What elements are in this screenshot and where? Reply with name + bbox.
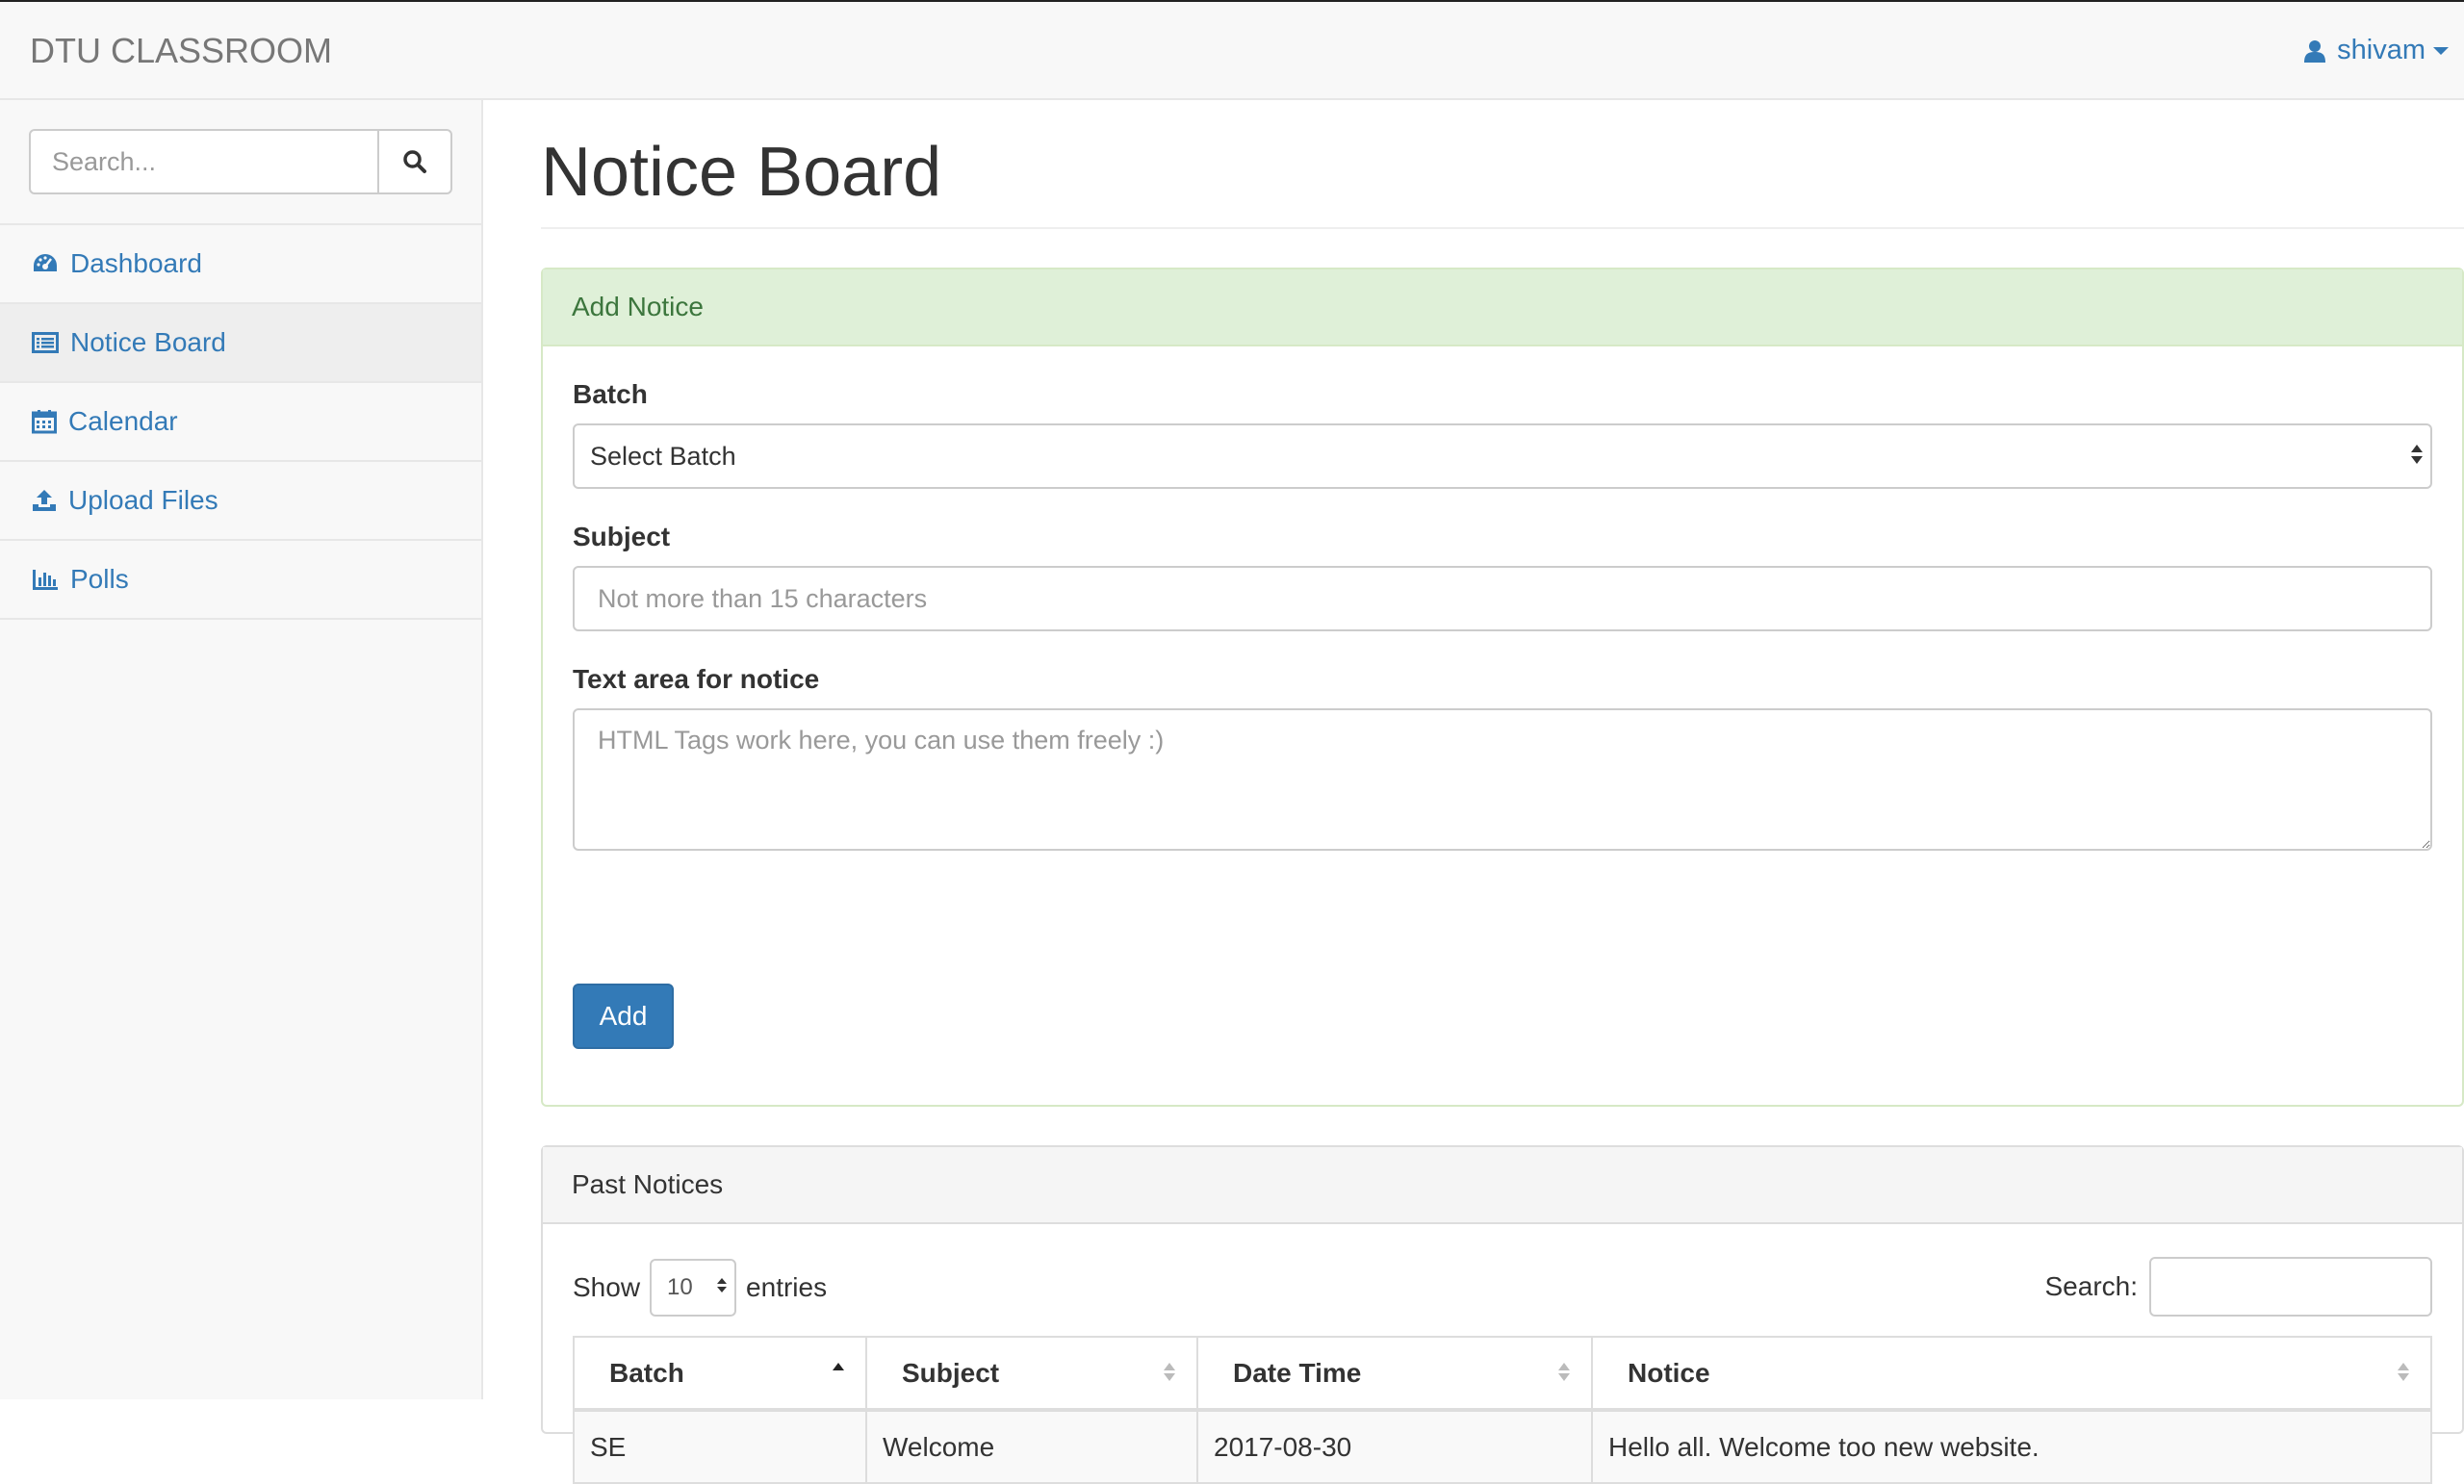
table-cell: Hello all. Welcome too new website. [1591,1409,2432,1484]
sidebar-item-label: Notice Board [70,327,226,357]
sidebar-item-upload-files[interactable]: Upload Files [0,462,481,541]
sidebar-item-label: Polls [70,564,129,594]
subject-input[interactable] [573,566,2432,631]
sidebar-search-button[interactable] [377,129,452,194]
past-notices-panel: Past Notices Show 10 entries Search: Bat… [541,1145,2464,1484]
sidebar-item-calendar[interactable]: Calendar [0,383,481,462]
table-search: Search: [2044,1257,2432,1317]
past-notices-table: Batch Subject Date Time Notice SE Welcom… [573,1336,2432,1484]
page-length-value: 10 [667,1274,693,1300]
past-notices-heading: Past Notices [543,1147,2462,1224]
calendar-icon [32,410,57,434]
user-menu[interactable]: shivam [2304,35,2449,66]
subject-label: Subject [573,522,671,551]
upload-icon [33,490,56,511]
sort-icon [1164,1363,1175,1381]
sidebar-item-polls[interactable]: Polls [0,541,481,620]
title-divider [541,227,2464,229]
sidebar-item-notice-board[interactable]: Notice Board [0,304,481,383]
batch-label: Batch [573,379,648,409]
show-label: Show [573,1272,641,1302]
sidebar-item-label: Calendar [68,406,178,436]
sidebar: Dashboard Notice Board Calendar [0,100,483,1399]
table-search-label: Search: [2044,1271,2139,1301]
top-navbar: DTU CLASSROOM shivam [0,0,2464,100]
entries-label: entries [746,1272,828,1302]
table-search-input[interactable] [2149,1257,2432,1317]
column-header-label: Date Time [1233,1357,1362,1388]
caret-down-icon [2433,46,2449,55]
main-content: Notice Board Add Notice Batch Select Bat… [541,100,2464,1484]
add-notice-panel: Add Notice Batch Select Batch Subject Te… [541,268,2464,1107]
sidebar-search [0,100,481,225]
sidebar-search-input[interactable] [29,129,379,194]
notice-textarea[interactable] [573,708,2432,851]
user-name: shivam [2337,35,2426,65]
sidebar-item-dashboard[interactable]: Dashboard [0,225,481,304]
column-header-label: Batch [609,1357,684,1388]
add-notice-button[interactable]: Add [573,984,674,1049]
brand-link[interactable]: DTU CLASSROOM [30,31,332,71]
page-length-control: Show 10 entries [573,1259,827,1317]
select-arrows-icon [717,1278,728,1292]
list-alt-icon [32,332,59,353]
batch-select-value: Select Batch [590,441,736,471]
notice-label: Text area for notice [573,664,820,694]
table-row: SE Welcome 2017-08-30 Hello all. Welcome… [573,1409,2432,1484]
page-title: Notice Board [541,134,942,211]
batch-select[interactable]: Select Batch [573,423,2432,489]
sort-icon [2398,1363,2409,1381]
table-cell: 2017-08-30 [1196,1409,1593,1484]
column-header-label: Subject [902,1357,1000,1388]
column-header-label: Notice [1628,1357,1710,1388]
user-icon [2304,39,2326,63]
search-icon [403,150,426,173]
table-cell: Welcome [865,1409,1198,1484]
sidebar-item-label: Upload Files [68,485,218,515]
sort-icon [1558,1363,1570,1381]
select-arrows-icon [2411,445,2423,464]
page-length-select[interactable]: 10 [650,1259,737,1317]
dashboard-icon [34,254,57,271]
sidebar-item-label: Dashboard [70,248,202,278]
add-notice-heading: Add Notice [543,269,2462,346]
sort-ascending-icon [833,1363,844,1381]
table-cell: SE [573,1409,867,1484]
bar-chart-icon [33,570,58,590]
